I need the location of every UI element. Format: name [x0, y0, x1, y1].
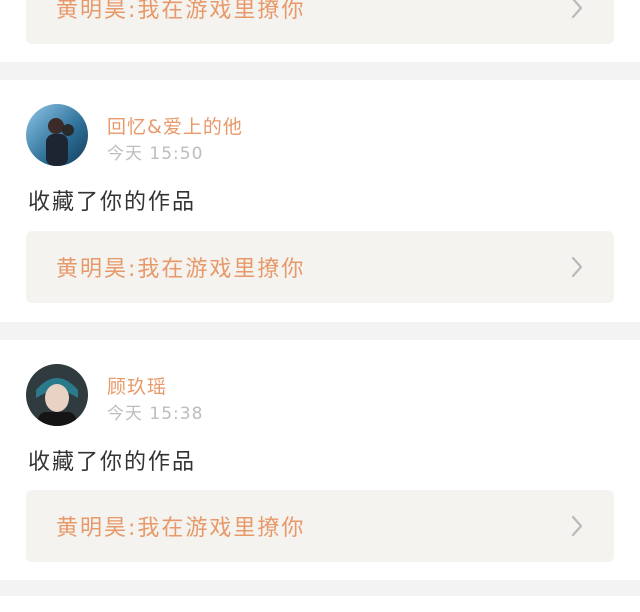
action-text: 收藏了你的作品 [28, 450, 197, 475]
work-title: 黄明昊:我在游戏里撩你 [56, 257, 306, 282]
work-link[interactable]: 黄明昊:我在游戏里撩你 [26, 231, 614, 303]
avatar[interactable] [26, 104, 88, 166]
notification-card: 回忆&爱上的他 今天 15:50 收藏了你的作品 黄明昊:我在游戏里撩你 [0, 80, 640, 322]
work-link[interactable]: 黄明昊:我在游戏里撩你 [26, 490, 614, 562]
notification-card: 黄明昊:我在游戏里撩你 [0, 0, 640, 62]
timestamp: 今天 15:50 [107, 144, 204, 164]
chevron-right-icon [571, 256, 583, 278]
action-text: 收藏了你的作品 [28, 190, 197, 215]
avatar[interactable] [26, 364, 88, 426]
user-name[interactable]: 顾玖瑶 [107, 372, 167, 399]
timestamp: 今天 15:38 [107, 404, 204, 424]
work-title: 黄明昊:我在游戏里撩你 [56, 516, 306, 541]
chevron-right-icon [571, 0, 583, 19]
notification-card [0, 596, 640, 612]
work-link[interactable]: 黄明昊:我在游戏里撩你 [26, 0, 614, 44]
user-name[interactable]: 回忆&爱上的他 [107, 112, 243, 139]
notification-list: 黄明昊:我在游戏里撩你 回忆&爱上的他 今天 15:50 收藏了你的作品 黄明昊… [0, 0, 640, 612]
work-title: 黄明昊:我在游戏里撩你 [56, 0, 306, 23]
notification-card: 顾玖瑶 今天 15:38 收藏了你的作品 黄明昊:我在游戏里撩你 [0, 340, 640, 580]
chevron-right-icon [571, 515, 583, 537]
